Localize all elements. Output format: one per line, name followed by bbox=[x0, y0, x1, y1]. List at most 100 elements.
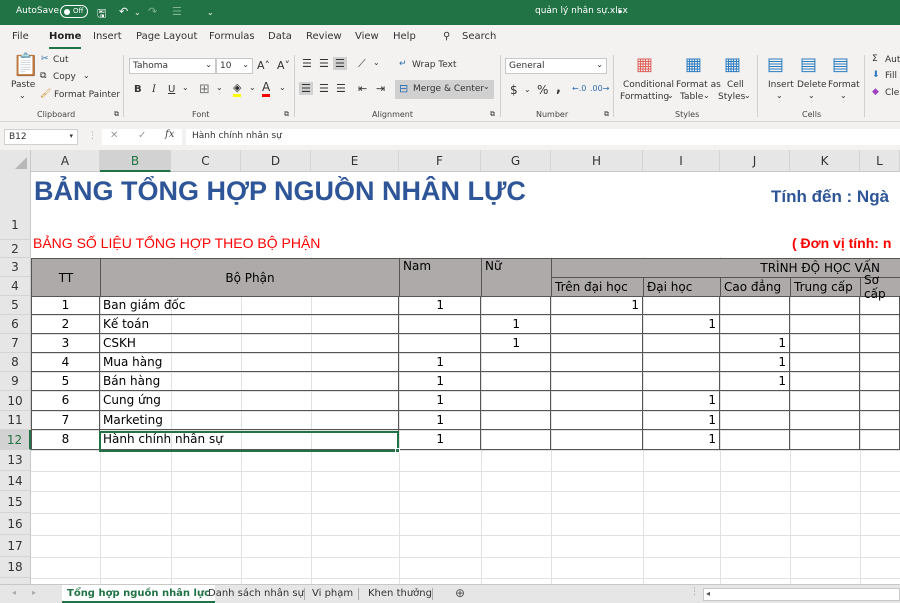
decrease-decimal-icon[interactable]: .00→ bbox=[590, 84, 609, 93]
underline-dropdown-icon[interactable]: ⌄ bbox=[182, 83, 189, 92]
header-tren-dai-hoc[interactable]: Trên đại học bbox=[551, 277, 644, 297]
cell-trung-cap[interactable] bbox=[790, 334, 860, 353]
increase-indent-icon[interactable]: ⇥ bbox=[376, 82, 385, 95]
row-header-9[interactable]: 9 bbox=[0, 372, 31, 391]
column-header-h[interactable]: H bbox=[551, 150, 643, 172]
cell-cao-dang[interactable] bbox=[720, 315, 790, 334]
cell-trung-cap[interactable] bbox=[790, 315, 860, 334]
cell-nam[interactable]: 1 bbox=[399, 296, 481, 315]
menu-review[interactable]: Review bbox=[306, 31, 342, 42]
cell-so-cap[interactable] bbox=[860, 430, 900, 450]
sheet-tab-vi-pham[interactable]: Vi phạm bbox=[307, 585, 358, 603]
cell-cao-dang[interactable] bbox=[720, 296, 790, 315]
cell-nu[interactable] bbox=[481, 372, 551, 391]
row-header-5[interactable]: 5 bbox=[0, 296, 31, 315]
cell-tt[interactable]: 4 bbox=[31, 353, 100, 372]
cell-nu[interactable] bbox=[481, 353, 551, 372]
split-handle-icon[interactable]: ⋮ bbox=[690, 587, 699, 597]
row-header-11[interactable]: 11 bbox=[0, 411, 31, 430]
header-nam[interactable]: Nam bbox=[399, 258, 482, 297]
cell-nu[interactable] bbox=[481, 411, 551, 430]
conditional-formatting-button[interactable]: Conditional bbox=[623, 80, 674, 90]
bold-button[interactable]: B bbox=[134, 84, 142, 95]
cell-bo-phan[interactable]: Marketing bbox=[100, 411, 399, 430]
add-sheet-icon[interactable]: ⊕ bbox=[455, 586, 465, 600]
cell-tt[interactable]: 8 bbox=[31, 430, 100, 450]
menu-insert[interactable]: Insert bbox=[93, 31, 122, 42]
insert-function-button[interactable]: fx bbox=[165, 129, 174, 140]
cell-trung-cap[interactable] bbox=[790, 411, 860, 430]
comma-button[interactable]: , bbox=[556, 81, 561, 96]
font-size-dropdown[interactable]: 10 ⌄ bbox=[216, 58, 253, 74]
cell-tt[interactable]: 6 bbox=[31, 391, 100, 411]
column-header-k[interactable]: K bbox=[790, 150, 860, 172]
cell-tren-dai-hoc[interactable] bbox=[551, 411, 643, 430]
wrap-text-button[interactable]: Wrap Text bbox=[412, 60, 457, 70]
row-header-7[interactable]: 7 bbox=[0, 334, 31, 353]
cell-bo-phan[interactable]: Bán hàng bbox=[100, 372, 399, 391]
header-trinh-do-hoc-van[interactable]: TRÌNH ĐỘ HỌC VẤN bbox=[551, 258, 900, 278]
increase-font-icon[interactable]: A˄ bbox=[257, 59, 270, 72]
decrease-indent-icon[interactable]: ⇤ bbox=[358, 82, 367, 95]
font-name-dropdown[interactable]: Tahoma ⌄ bbox=[129, 58, 216, 74]
copy-dropdown-icon[interactable]: ⌄ bbox=[83, 71, 90, 80]
bottom-align-icon[interactable]: ☰ bbox=[333, 57, 347, 70]
undo-dropdown-icon[interactable]: ⌄ bbox=[134, 8, 141, 17]
menu-view[interactable]: View bbox=[355, 31, 379, 42]
row-header-12[interactable]: 12 bbox=[0, 430, 31, 450]
cell-so-cap[interactable] bbox=[860, 391, 900, 411]
cell-so-cap[interactable] bbox=[860, 411, 900, 430]
cell-tren-dai-hoc[interactable] bbox=[551, 430, 643, 450]
cell-tren-dai-hoc[interactable] bbox=[551, 353, 643, 372]
cell-dai-hoc[interactable]: 1 bbox=[643, 411, 720, 430]
cell-nu[interactable]: 1 bbox=[481, 315, 551, 334]
cell-trung-cap[interactable] bbox=[790, 430, 860, 450]
menu-page-layout[interactable]: Page Layout bbox=[136, 31, 197, 42]
menu-formulas[interactable]: Formulas bbox=[209, 31, 255, 42]
cell-tt[interactable]: 5 bbox=[31, 372, 100, 391]
cell-tren-dai-hoc[interactable] bbox=[551, 334, 643, 353]
italic-button[interactable]: I bbox=[152, 84, 156, 95]
unit-label[interactable]: ( Đơn vị tính: n bbox=[792, 235, 891, 251]
percent-button[interactable]: % bbox=[537, 83, 548, 97]
as-of-date-label[interactable]: Tính đến : Ngà bbox=[771, 187, 889, 207]
paste-icon[interactable]: 📋 bbox=[12, 53, 39, 78]
row-header-18[interactable]: 18 bbox=[0, 557, 31, 578]
name-box[interactable]: B12 ▾ bbox=[4, 129, 78, 145]
cell-tren-dai-hoc[interactable] bbox=[551, 391, 643, 411]
cell-tt[interactable]: 2 bbox=[31, 315, 100, 334]
row-header-6[interactable]: 6 bbox=[0, 315, 31, 334]
cell-nu[interactable] bbox=[481, 391, 551, 411]
fill-color-dropdown-icon[interactable]: ⌄ bbox=[249, 83, 256, 92]
cell-bo-phan[interactable]: Cung ứng bbox=[100, 391, 399, 411]
header-trung-cap[interactable]: Trung cấp bbox=[790, 277, 861, 297]
row-header-2[interactable]: 2 bbox=[0, 240, 31, 258]
font-color-dropdown-icon[interactable]: ⌄ bbox=[279, 83, 286, 92]
sheet-tab-khen-thuong[interactable]: Khen thưởng bbox=[363, 585, 437, 603]
orientation-dropdown-icon[interactable]: ⌄ bbox=[373, 58, 380, 67]
clipboard-launcher-icon[interactable]: ⧉ bbox=[114, 110, 119, 119]
cell-tren-dai-hoc[interactable]: 1 bbox=[551, 296, 643, 315]
insert-cells-button[interactable]: Insert bbox=[768, 80, 794, 90]
merge-center-button[interactable]: ⊟ Merge & Center ⌄ bbox=[395, 80, 494, 99]
font-launcher-icon[interactable]: ⧉ bbox=[284, 110, 289, 119]
cell-nam[interactable]: 1 bbox=[399, 430, 481, 450]
column-header-i[interactable]: I bbox=[643, 150, 720, 172]
header-tt[interactable]: TT bbox=[31, 258, 101, 297]
row-header-14[interactable]: 14 bbox=[0, 471, 31, 491]
cancel-icon[interactable]: ✕ bbox=[110, 130, 118, 141]
column-header-a[interactable]: A bbox=[31, 150, 100, 172]
align-center-icon[interactable]: ☰ bbox=[319, 82, 329, 95]
paste-dropdown-icon[interactable]: ⌄ bbox=[19, 91, 26, 100]
row-header-13[interactable]: 13 bbox=[0, 450, 31, 471]
sheet-tab-danh-sach[interactable]: Danh sách nhân sự bbox=[203, 585, 309, 603]
cell-tt[interactable]: 3 bbox=[31, 334, 100, 353]
column-header-l[interactable]: L bbox=[860, 150, 900, 172]
cell-bo-phan[interactable]: Mua hàng bbox=[100, 353, 399, 372]
cell-nam[interactable]: 1 bbox=[399, 391, 481, 411]
header-so-cap[interactable]: Sơ cấp bbox=[860, 273, 900, 301]
save-icon[interactable]: 🖫 bbox=[97, 5, 106, 24]
undo-icon[interactable]: ↶ bbox=[119, 5, 128, 18]
cell-trung-cap[interactable] bbox=[790, 296, 860, 315]
row-header-1[interactable]: 1 bbox=[0, 172, 31, 240]
